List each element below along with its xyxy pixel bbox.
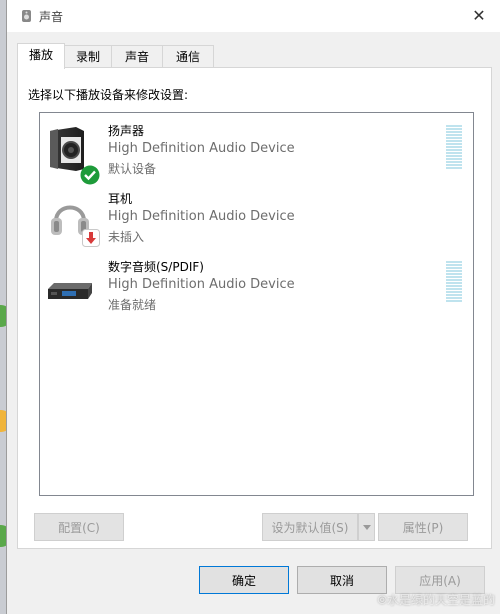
device-description: High Definition Audio Device xyxy=(108,141,295,156)
device-name: 耳机 xyxy=(108,192,133,206)
device-status: 默认设备 xyxy=(108,162,157,176)
volume-meter xyxy=(446,125,462,169)
title-bar: 声音 ✕ xyxy=(7,0,500,32)
properties-button[interactable]: 属性(P) xyxy=(378,513,468,541)
tab-communications[interactable]: 通信 xyxy=(162,45,214,68)
digital-audio-icon xyxy=(48,283,92,299)
device-name: 扬声器 xyxy=(108,124,145,138)
instruction-text: 选择以下播放设备来修改设置: xyxy=(28,88,189,102)
device-item-speaker[interactable]: 扬声器 High Definition Audio Device 默认设备 xyxy=(40,121,473,185)
unplugged-badge-icon xyxy=(82,229,100,247)
device-name: 数字音频(S/PDIF) xyxy=(108,260,204,274)
device-description: High Definition Audio Device xyxy=(108,277,295,292)
check-badge-icon xyxy=(80,165,100,185)
tab-sounds[interactable]: 声音 xyxy=(111,45,163,68)
tab-recording[interactable]: 录制 xyxy=(64,45,112,68)
device-item-headphones[interactable]: 耳机 High Definition Audio Device 未插入 xyxy=(40,189,473,251)
device-item-digital-audio[interactable]: 数字音频(S/PDIF) High Definition Audio Devic… xyxy=(40,257,473,319)
set-default-dropdown[interactable] xyxy=(358,513,375,541)
chevron-down-icon xyxy=(363,525,371,530)
device-status: 准备就绪 xyxy=(108,298,157,312)
watermark: ⦾水是绿的天空是蓝的 xyxy=(377,593,495,607)
sound-dialog: 声音 ✕ 播放 录制 声音 通信 选择以下播放设备来修改设置: 扬声器 High… xyxy=(6,0,500,614)
ok-button[interactable]: 确定 xyxy=(199,566,289,594)
volume-meter xyxy=(446,261,462,303)
cancel-button[interactable]: 取消 xyxy=(297,566,387,594)
window-title: 声音 xyxy=(39,10,64,24)
device-status: 未插入 xyxy=(108,230,145,244)
tab-playback[interactable]: 播放 xyxy=(17,43,65,69)
device-description: High Definition Audio Device xyxy=(108,209,295,224)
set-default-button[interactable]: 设为默认值(S) xyxy=(262,513,358,541)
device-list[interactable]: 扬声器 High Definition Audio Device 默认设备 耳机… xyxy=(39,112,474,496)
apply-button[interactable]: 应用(A) xyxy=(395,566,485,594)
configure-button[interactable]: 配置(C) xyxy=(34,513,124,541)
close-button[interactable]: ✕ xyxy=(465,4,493,28)
sound-app-icon xyxy=(22,10,31,22)
